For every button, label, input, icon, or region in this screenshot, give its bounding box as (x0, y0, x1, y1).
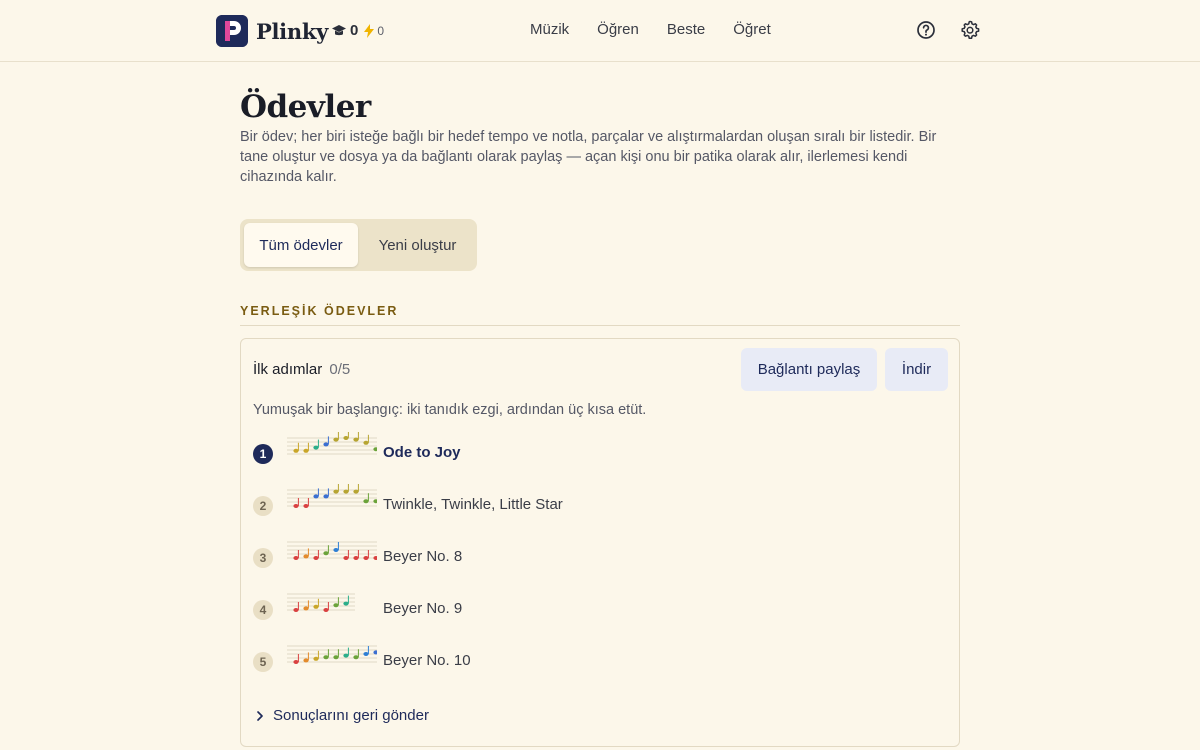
note-head (333, 603, 339, 608)
note-head (353, 655, 359, 660)
header-actions (916, 20, 980, 40)
note-head (293, 660, 299, 664)
item-number-badge: 5 (253, 652, 273, 672)
item-number-badge: 4 (253, 600, 273, 620)
note-head (353, 556, 359, 560)
list-item[interactable]: 2 Twinkle, Twinkle, Little Star (253, 484, 563, 518)
nav-item-ogren[interactable]: Öğren (597, 21, 639, 38)
help-icon[interactable] (916, 20, 936, 40)
sheet-music-thumbnail (287, 432, 377, 455)
tab-switcher: Tüm ödevler Yeni oluştur (240, 219, 477, 271)
gear-icon[interactable] (960, 20, 980, 40)
item-number-badge: 3 (253, 548, 273, 568)
share-link-button[interactable]: Bağlantı paylaş (741, 348, 877, 391)
item-number-badge: 2 (253, 496, 273, 516)
section-divider (240, 325, 960, 326)
note-head (313, 556, 319, 560)
item-number-badge: 1 (253, 444, 273, 464)
graduation-cap-icon (332, 24, 346, 35)
page-title: Ödevler (240, 89, 371, 125)
note-head (313, 494, 319, 499)
note-head (293, 608, 299, 612)
assignment-card: İlk adımlar 0/5 Bağlantı paylaş İndir Yu… (240, 338, 960, 747)
graduation-count: 0 (350, 22, 359, 39)
note-head (373, 556, 377, 560)
chevron-right-icon (257, 710, 263, 721)
note-head (363, 556, 369, 560)
note-head (343, 489, 349, 494)
note-head (333, 655, 339, 660)
lightning-count: 0 (377, 23, 385, 38)
note-head (373, 447, 377, 452)
note-head (303, 554, 309, 559)
sheet-music-thumbnail (287, 484, 377, 508)
note-head (303, 658, 309, 663)
sheet-music-thumbnail (287, 645, 377, 664)
main-nav: Müzik Öğren Beste Öğret (530, 21, 771, 38)
assignment-progress: 0/5 (329, 361, 351, 378)
note-head (323, 494, 329, 499)
nav-item-muzik[interactable]: Müzik (530, 21, 569, 38)
section-label: YERLEŞİK ÖDEVLER (240, 304, 399, 318)
assignment-header: İlk adımlar 0/5 (253, 361, 350, 378)
note-head (363, 652, 369, 656)
note-head (373, 499, 377, 504)
app-name: Plinky (256, 18, 328, 44)
note-head (343, 436, 349, 440)
note-head (353, 489, 359, 494)
note-head (363, 499, 369, 504)
note-head (323, 608, 329, 612)
sheet-music-thumbnail (287, 593, 355, 612)
item-title[interactable]: Beyer No. 10 (383, 652, 471, 669)
note-head (333, 437, 339, 442)
list-item[interactable]: 5 Beyer No. 10 (253, 645, 471, 674)
logo[interactable]: Plinky (216, 15, 328, 47)
tab-create-new[interactable]: Yeni oluştur (362, 223, 473, 267)
note-head (313, 656, 319, 661)
list-item[interactable]: 4 Beyer No. 9 (253, 593, 462, 622)
note-head (293, 448, 299, 453)
item-title[interactable]: Beyer No. 9 (383, 600, 462, 617)
note-head (313, 604, 319, 609)
item-title[interactable]: Twinkle, Twinkle, Little Star (383, 496, 563, 513)
page-description: Bir ödev; her biri isteğe bağlı bir hede… (240, 129, 937, 185)
note-head (353, 437, 359, 442)
logo-mark (216, 15, 248, 47)
tab-all-assignments[interactable]: Tüm ödevler (244, 223, 358, 267)
send-results-back[interactable]: Sonuçlarını geri gönder (255, 707, 429, 724)
note-head (303, 504, 309, 508)
note-head (303, 606, 309, 611)
send-results-label: Sonuçlarını geri gönder (273, 707, 429, 724)
note-head (293, 504, 299, 508)
assignment-description: Yumuşak bir başlangıç: iki tanıdık ezgi,… (253, 402, 647, 418)
download-button[interactable]: İndir (885, 348, 948, 391)
note-head (333, 548, 339, 552)
note-head (303, 448, 309, 453)
graduation-stat: 0 (331, 22, 358, 39)
lightning-stat: 0 (364, 23, 385, 38)
note-head (323, 442, 329, 447)
note-head (343, 601, 349, 606)
sheet-music-thumbnail (287, 541, 377, 560)
list-item[interactable]: 3 Beyer No. 8 (253, 541, 462, 570)
note-head (343, 653, 349, 658)
note-head (293, 556, 299, 560)
note-head (323, 655, 329, 660)
note-head (343, 556, 349, 560)
note-head (323, 551, 329, 556)
top-bar: Plinky 0 0 Müzik Öğren Beste Öğret (0, 0, 1200, 62)
nav-item-beste[interactable]: Beste (667, 21, 705, 38)
note-head (333, 489, 339, 494)
item-title[interactable]: Beyer No. 8 (383, 548, 462, 565)
item-title[interactable]: Ode to Joy (383, 444, 461, 461)
lightning-icon (364, 23, 375, 38)
nav-item-ogret[interactable]: Öğret (733, 21, 771, 38)
assignment-title: İlk adımlar (253, 361, 323, 378)
list-item[interactable]: 1 Ode to Joy (253, 432, 461, 466)
note-head (313, 445, 319, 450)
user-stats: 0 0 (331, 22, 384, 39)
note-head (363, 440, 369, 445)
